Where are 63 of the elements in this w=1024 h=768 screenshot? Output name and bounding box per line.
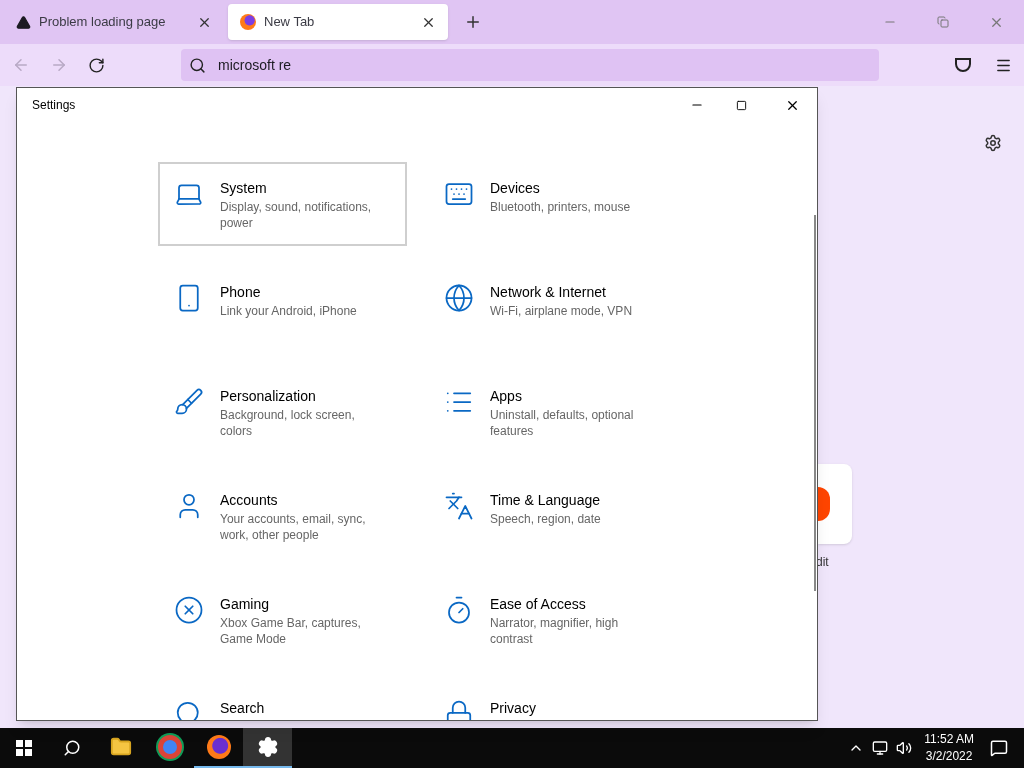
tab-title: Problem loading page — [39, 13, 167, 32]
category-title: Phone — [220, 283, 262, 301]
category-description: Background, lock screen, colors — [220, 407, 356, 439]
settings-category[interactable]: Phone Link your Android, iPhone — [158, 266, 407, 350]
category-title: Network & Internet — [490, 283, 607, 301]
category-description: Xbox Game Bar, captures, Game Mode — [220, 615, 362, 647]
address-field[interactable]: microsoft re — [181, 49, 879, 81]
maximize-icon[interactable] — [736, 99, 747, 111]
category-title: Apps — [490, 387, 523, 405]
settings-category[interactable]: Search — [158, 682, 407, 720]
reload-icon[interactable] — [88, 56, 105, 74]
network-icon[interactable] — [872, 740, 889, 756]
settings-category[interactable]: Devices Bluetooth, printers, mouse — [428, 162, 677, 246]
settings-category[interactable]: Network & Internet Wi-Fi, airplane mode, VPN — [428, 266, 677, 350]
category-title: Search — [220, 699, 266, 717]
browser-tab[interactable]: Problem loading page — [4, 4, 224, 40]
category-title: Accounts — [220, 491, 279, 509]
new-tab-icon[interactable] — [464, 13, 482, 31]
clock[interactable]: 11:52 AM 3/2/2022 — [924, 731, 974, 765]
settings-category[interactable]: Personalization Background, lock screen, colors — [158, 370, 407, 454]
window-title: Settings — [32, 97, 77, 114]
taskbar-app[interactable] — [243, 728, 292, 768]
category-description: Narrator, magnifier, high contrast — [490, 615, 620, 647]
category-title: Time & Language — [490, 491, 601, 509]
brush-icon — [174, 387, 204, 417]
search-icon[interactable] — [63, 739, 81, 757]
settings-category[interactable]: System Display, sound, notifications, power — [158, 162, 407, 246]
language-icon — [444, 491, 474, 521]
category-description: Your accounts, email, sync, work, other people — [220, 511, 367, 543]
folder-icon — [109, 736, 132, 758]
notification-icon[interactable] — [990, 739, 1008, 757]
category-description: Speech, region, date — [490, 511, 602, 527]
warning-icon — [16, 14, 31, 30]
shortcut-tile[interactable] — [818, 464, 852, 544]
category-title: Personalization — [220, 387, 317, 405]
category-description: Bluetooth, printers, mouse — [490, 199, 632, 215]
volume-icon[interactable] — [896, 740, 913, 756]
firefox-icon — [240, 14, 256, 30]
category-title: Ease of Access — [490, 595, 587, 613]
reddit-icon — [818, 487, 830, 521]
xbox-icon — [174, 595, 204, 625]
settings-category[interactable]: Apps Uninstall, defaults, optional features — [428, 370, 677, 454]
settings-category[interactable]: Privacy — [428, 682, 677, 720]
globe-icon — [444, 283, 474, 313]
lock-icon — [444, 699, 474, 720]
category-title: Gaming — [220, 595, 271, 613]
category-title: Privacy — [490, 699, 537, 717]
browser-tab[interactable]: New Tab — [228, 4, 448, 40]
search-icon — [189, 56, 206, 74]
settings-category[interactable]: Gaming Xbox Game Bar, captures, Game Mode — [158, 578, 407, 662]
settings-category[interactable]: Accounts Your accounts, email, sync, work, other people — [158, 474, 407, 558]
category-description: Link your Android, iPhone — [220, 303, 358, 319]
chrome-icon — [157, 735, 182, 759]
category-description: Wi-Fi, airplane mode, VPN — [490, 303, 634, 319]
category-description: Uninstall, defaults, optional features — [490, 407, 635, 439]
settings-category[interactable]: Ease of Access Narrator, magnifier, high contrast — [428, 578, 677, 662]
category-title: System — [220, 179, 268, 197]
category-description: Display, sound, notifications, power — [220, 199, 373, 231]
scrollbar[interactable] — [814, 215, 816, 591]
category-title: Devices — [490, 179, 541, 197]
settings-category[interactable]: Time & Language Speech, region, date — [428, 474, 677, 558]
firefox-icon — [206, 735, 231, 759]
tab-title: New Tab — [264, 13, 316, 32]
